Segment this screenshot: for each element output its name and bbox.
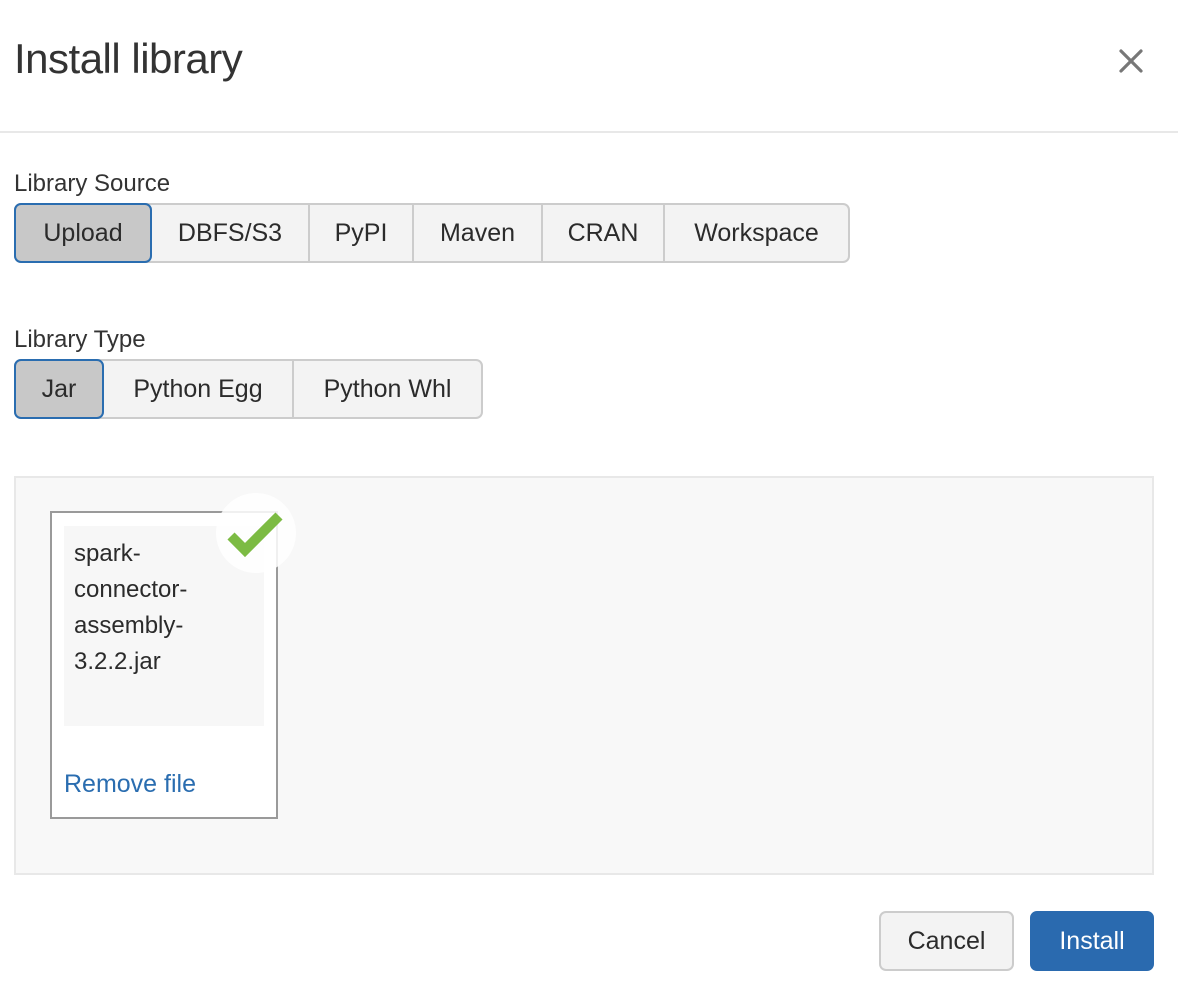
install-button[interactable]: Install (1030, 911, 1154, 971)
library-type-label: Library Type (14, 326, 146, 353)
library-source-label: Library Source (14, 170, 171, 197)
cancel-button[interactable]: Cancel (879, 911, 1014, 971)
source-option-cran[interactable]: CRAN (543, 205, 665, 261)
type-option-jar[interactable]: Jar (14, 359, 104, 419)
file-name: spark-connector-assembly-3.2.2.jar (74, 540, 188, 675)
library-source-selector: Upload DBFS/S3 PyPI Maven CRAN Workspace (14, 203, 850, 263)
library-type-selector: Jar Python Egg Python Whl (14, 359, 483, 419)
source-option-pypi[interactable]: PyPI (310, 205, 414, 261)
type-option-python-whl[interactable]: Python Whl (294, 361, 481, 417)
dialog-title: Install library (14, 35, 243, 82)
upload-success-badge (216, 493, 296, 573)
close-button[interactable] (1112, 42, 1150, 80)
source-option-workspace[interactable]: Workspace (665, 205, 848, 261)
type-option-python-egg[interactable]: Python Egg (104, 361, 294, 417)
close-icon (1119, 49, 1143, 73)
dialog-header: Install library (0, 0, 1178, 133)
source-option-dbfs-s3[interactable]: DBFS/S3 (152, 205, 310, 261)
source-option-upload[interactable]: Upload (14, 203, 152, 263)
remove-file-link[interactable]: Remove file (64, 770, 196, 799)
checkmark-icon (227, 512, 283, 558)
source-option-maven[interactable]: Maven (414, 205, 543, 261)
